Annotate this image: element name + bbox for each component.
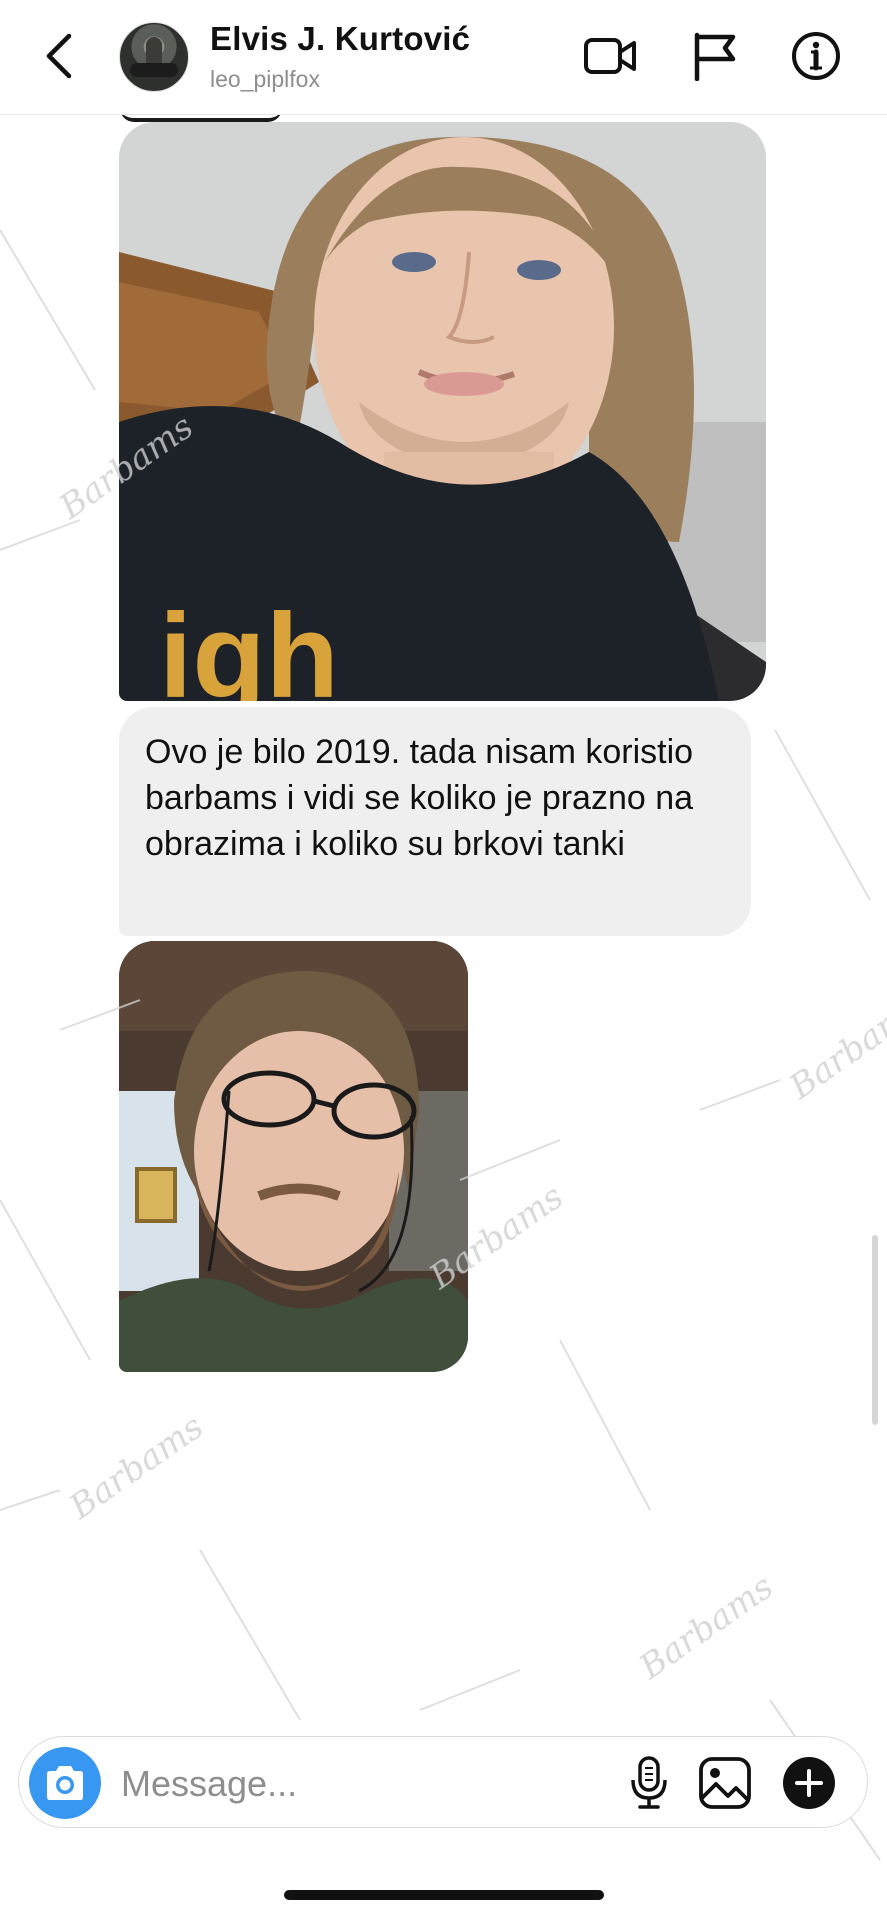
info-icon[interactable] <box>786 26 846 86</box>
home-indicator[interactable] <box>284 1890 604 1900</box>
plus-icon[interactable] <box>777 1751 841 1815</box>
watermark-text: Barbams <box>631 1567 780 1688</box>
scroll-indicator[interactable] <box>872 1235 878 1425</box>
photo-message-2[interactable] <box>119 941 468 1372</box>
microphone-icon[interactable] <box>617 1751 681 1815</box>
shirt-print: igh <box>159 589 339 701</box>
message-input[interactable] <box>119 1753 603 1815</box>
message-text: Ovo je bilo 2019. tada nisam koristio ba… <box>145 733 694 863</box>
watermark-text: Barbams <box>61 1407 210 1528</box>
contact-name[interactable]: Elvis J. Kurtović <box>210 20 470 58</box>
text-message-bubble[interactable]: Ovo je bilo 2019. tada nisam koristio ba… <box>119 707 751 936</box>
selfie-photo-glasses-beard <box>119 941 468 1372</box>
message-composer <box>18 1736 868 1828</box>
chat-header: Elvis J. Kurtović leo_piplfox <box>0 0 887 115</box>
selfie-photo-long-hair: igh <box>119 122 766 701</box>
contact-username[interactable]: leo_piplfox <box>210 66 320 93</box>
camera-icon[interactable] <box>29 1747 101 1819</box>
video-call-icon[interactable] <box>580 26 640 86</box>
watermark-text: Barbams <box>781 987 887 1108</box>
photo-message-1[interactable]: igh <box>119 122 766 701</box>
back-chevron-icon[interactable] <box>38 30 78 82</box>
avatar[interactable] <box>119 22 189 92</box>
flag-icon[interactable] <box>684 26 744 86</box>
gallery-icon[interactable] <box>693 1751 757 1815</box>
